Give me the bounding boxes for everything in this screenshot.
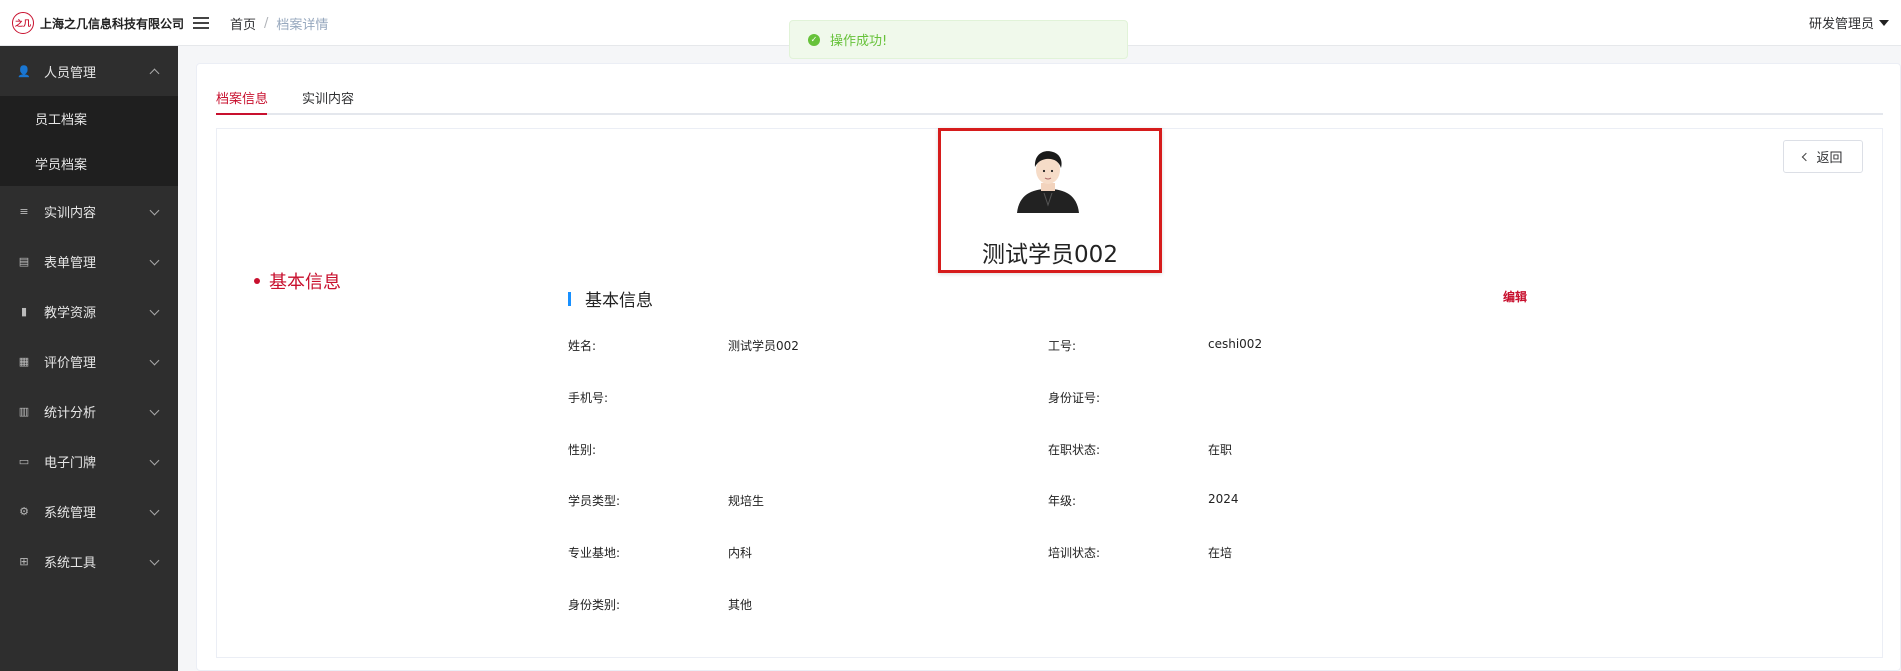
user-dropdown[interactable]: 研发管理员 [1809,13,1889,32]
profile-name: 测试学员002 [982,242,1118,268]
sidebar-subitem-staff-archive[interactable]: 员工档案 [0,96,178,141]
avatar [1017,151,1079,213]
sidebar-item-signage[interactable]: ▭ 电子门牌 [0,436,178,486]
section-bar [568,291,571,306]
field-value-base: 内科 [728,546,753,560]
sidebar-item-label: 人员管理 [44,65,97,81]
tab-bar: 档案信息 实训内容 [216,64,1883,115]
monitor-icon: ▭ [18,454,30,468]
section-title: 基本信息 [585,291,653,311]
chevron-down-icon [149,305,160,316]
field-label-job-status: 在职状态: [1048,443,1101,457]
field-value-identity: 其他 [728,598,753,612]
caret-down-icon [1879,19,1889,26]
bullet-dot-icon [254,278,260,284]
breadcrumb: 首页 / 档案详情 [230,14,328,33]
chevron-down-icon [149,255,160,266]
chevron-down-icon [149,405,160,416]
field-value-name: 测试学员002 [728,339,799,353]
breadcrumb-home-link[interactable]: 首页 [230,14,256,33]
user-name: 研发管理员 [1808,17,1874,32]
field-label-name: 姓名: [568,339,597,353]
sidebar-item-label: 实训内容 [44,205,97,221]
field-label-gender: 性别: [568,443,597,457]
users-icon: 👤 [17,64,31,78]
field-label-grade: 年级: [1048,494,1077,508]
gear-icon: ⚙ [19,504,29,518]
sidebar-item-label: 统计分析 [44,405,97,421]
sidebar-item-label: 评价管理 [44,355,97,371]
sidebar-item-evaluation[interactable]: ▦ 评价管理 [0,336,178,386]
field-label-emp-no: 工号: [1048,339,1077,353]
chevron-down-icon [149,505,160,516]
logo-mark-icon: 之几 [12,12,34,34]
sidebar-item-forms[interactable]: ▤ 表单管理 [0,236,178,286]
sidebar-submenu: 员工档案 学员档案 [0,96,178,186]
form-icon: ▤ [18,254,30,268]
chevron-down-icon [149,355,160,366]
check-circle-icon: ✓ [808,33,820,46]
toolbox-icon: ⊞ [19,554,29,568]
field-value-train-status: 在培 [1208,546,1233,560]
tab-training-content[interactable]: 实训内容 [302,88,354,107]
chart-icon: ▥ [18,404,30,418]
sidebar: 👤 人员管理 员工档案 学员档案 ≡ 实训内容 ▤ 表单管理 ▮ 教学资源 ▦ … [0,46,178,671]
back-button[interactable]: 返回 [1783,140,1863,173]
tab-label: 实训内容 [302,92,355,107]
breadcrumb-separator: / [264,16,269,31]
sidebar-item-training[interactable]: ≡ 实训内容 [0,186,178,236]
sidebar-item-label: 电子门牌 [44,455,97,471]
tab-archive-info[interactable]: 档案信息 [216,88,268,107]
field-label-base: 专业基地: [568,546,621,560]
sidebar-item-label: 系统工具 [44,555,97,571]
active-tab-indicator [216,113,267,115]
chevron-down-icon [149,455,160,466]
anchor-basic-info[interactable]: 基本信息 [254,268,341,294]
field-label-id-card: 身份证号: [1048,391,1101,405]
sidebar-item-system-admin[interactable]: ⚙ 系统管理 [0,486,178,536]
chevron-left-icon [1802,152,1811,161]
sidebar-item-system-tools[interactable]: ⊞ 系统工具 [0,536,178,586]
field-value-job-status: 在职 [1208,443,1233,457]
field-label-train-status: 培训状态: [1048,546,1101,560]
sidebar-item-label: 系统管理 [44,505,97,521]
field-value-student-type: 规培生 [728,494,765,508]
chevron-down-icon [149,205,160,216]
profile-highlight-box: 测试学员002 [938,128,1162,273]
sidebar-item-label: 教学资源 [44,305,97,321]
breadcrumb-current: 档案详情 [276,18,329,33]
sidebar-item-personnel[interactable]: 👤 人员管理 [0,46,178,96]
sidebar-item-label: 表单管理 [44,255,97,271]
doc-icon: ≡ [19,204,29,218]
chevron-up-icon [149,68,160,79]
edit-link[interactable]: 编辑 [1503,288,1527,305]
field-value-grade: 2024 [1208,492,1239,506]
sidebar-item-statistics[interactable]: ▥ 统计分析 [0,386,178,436]
anchor-label: 基本信息 [269,272,341,293]
company-name: 上海之几信息科技有限公司 [40,16,185,31]
field-value-emp-no: ceshi002 [1208,337,1263,351]
hamburger-menu-icon[interactable] [193,14,209,30]
sidebar-item-resources[interactable]: ▮ 教学资源 [0,286,178,336]
toast-message: 操作成功! [830,34,888,49]
section-heading: 基本信息 [568,286,653,311]
field-label-phone: 手机号: [568,391,609,405]
company-logo[interactable]: 之几 上海之几信息科技有限公司 [12,12,184,34]
field-label-student-type: 学员类型: [568,494,621,508]
tab-label: 档案信息 [216,92,269,107]
rating-icon: ▦ [18,354,30,368]
chevron-down-icon [149,555,160,566]
book-icon: ▮ [20,304,28,318]
field-label-identity: 身份类别: [568,598,621,612]
success-toast: ✓ 操作成功! [789,20,1128,59]
sidebar-subitem-student-archive[interactable]: 学员档案 [0,141,178,186]
back-button-label: 返回 [1816,151,1843,166]
